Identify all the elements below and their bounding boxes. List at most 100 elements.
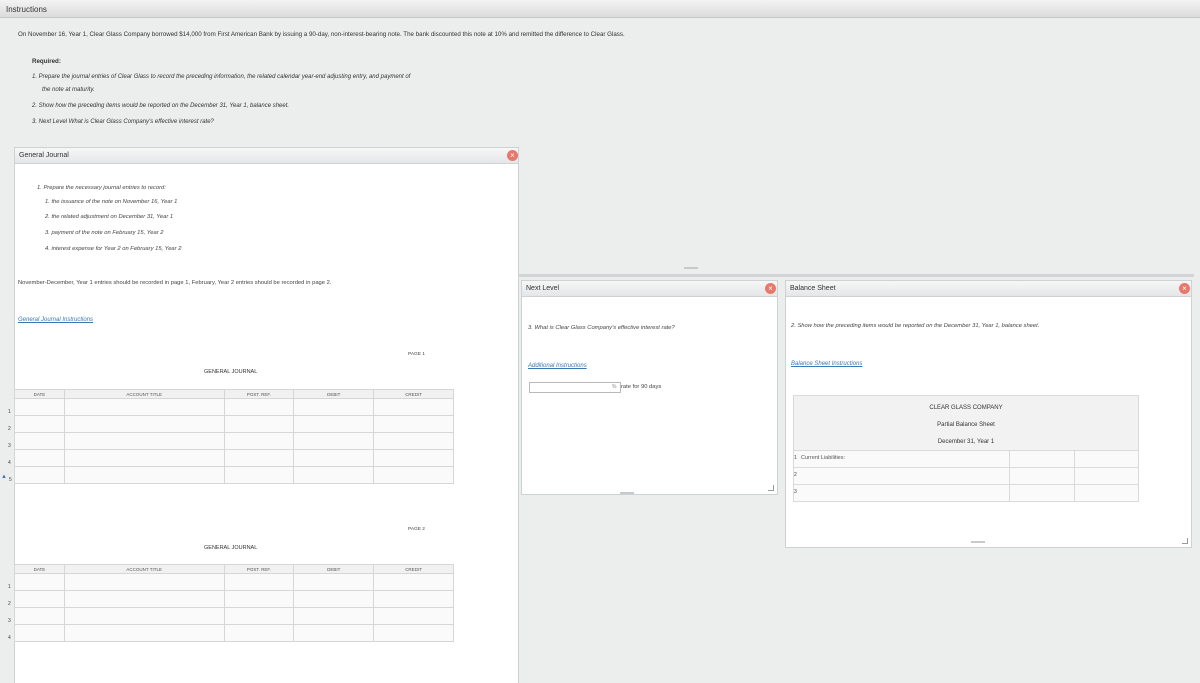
row-number: 1 (8, 409, 11, 415)
col-date: DATE (14, 564, 65, 574)
account-cell[interactable] (63, 432, 225, 450)
credit-cell[interactable] (373, 449, 454, 467)
row-number: 5 (9, 477, 12, 483)
table-row (14, 449, 454, 467)
account-cell[interactable] (63, 607, 225, 625)
debit-cell[interactable] (293, 398, 375, 416)
general-journal-title-1: GENERAL JOURNAL (204, 369, 258, 375)
account-cell[interactable] (63, 415, 225, 433)
debit-cell[interactable] (293, 466, 375, 484)
row-number: 4 (8, 635, 11, 641)
resize-handle-icon[interactable] (1182, 538, 1188, 544)
row-number: 3 (8, 443, 11, 449)
date-cell[interactable] (14, 607, 65, 625)
panel-divider[interactable] (519, 274, 1194, 277)
date-cell[interactable] (14, 573, 65, 591)
required-item-2: 2. Show how the preceding items would be… (32, 103, 290, 109)
post-ref-cell[interactable] (223, 590, 295, 608)
debit-cell[interactable] (293, 590, 375, 608)
post-ref-cell[interactable] (223, 398, 295, 416)
resize-handle-icon[interactable] (768, 485, 774, 491)
date-cell[interactable] (14, 432, 65, 450)
balance-sheet-row[interactable]: 1 Current Liabilities: (793, 451, 1139, 468)
account-cell[interactable] (63, 466, 225, 484)
journal-task-3: 3. payment of the note on February 15, Y… (45, 230, 164, 236)
balance-sheet-heading-block: CLEAR GLASS COMPANY Partial Balance Shee… (793, 395, 1139, 451)
journal-prompt: 1. Prepare the necessary journal entries… (37, 185, 166, 191)
row-number: 1 (8, 584, 11, 590)
debit-cell[interactable] (293, 449, 375, 467)
account-cell[interactable] (63, 590, 225, 608)
next-level-panel: Next Level × 3. What is Clear Glass Comp… (521, 280, 778, 495)
debit-cell[interactable] (293, 607, 375, 625)
general-journal-instructions-link[interactable]: General Journal Instructions (18, 317, 93, 323)
post-ref-cell[interactable] (223, 432, 295, 450)
post-ref-cell[interactable] (223, 466, 295, 484)
date-cell[interactable] (14, 415, 65, 433)
table-row (14, 398, 454, 416)
effective-rate-input[interactable] (529, 382, 621, 393)
col-credit: CREDIT (373, 564, 454, 574)
balance-sheet-row[interactable]: 3 (793, 485, 1139, 502)
balance-sheet-row[interactable]: 2 (793, 468, 1139, 485)
journal-page-note: November-December, Year 1 entries should… (18, 280, 332, 286)
next-level-title: Next Level (526, 285, 560, 292)
journal-table-page-1: DATE ACCOUNT TITLE POST. REF. DEBIT CRED… (14, 389, 454, 484)
col-credit: CREDIT (373, 389, 454, 399)
row-number: 2 (794, 472, 797, 478)
credit-cell[interactable] (373, 573, 454, 591)
additional-instructions-link[interactable]: Additional Instructions (528, 363, 587, 369)
close-icon[interactable]: × (1179, 283, 1190, 294)
table-row (14, 466, 454, 484)
credit-cell[interactable] (373, 432, 454, 450)
post-ref-cell[interactable] (223, 449, 295, 467)
date-cell[interactable] (14, 624, 65, 642)
window-title: Instructions (6, 5, 47, 14)
table-row (14, 415, 454, 433)
post-ref-cell[interactable] (223, 607, 295, 625)
post-ref-cell[interactable] (223, 573, 295, 591)
account-cell[interactable] (63, 449, 225, 467)
rate-suffix: rate for 90 days (621, 384, 662, 390)
date-cell[interactable] (14, 590, 65, 608)
required-item-1: 1. Prepare the journal entries of Clear … (32, 74, 411, 80)
table-row (14, 624, 454, 642)
date-cell[interactable] (14, 449, 65, 467)
required-heading: Required: (32, 58, 61, 65)
general-journal-title: General Journal (19, 152, 69, 159)
debit-cell[interactable] (293, 415, 375, 433)
credit-cell[interactable] (373, 590, 454, 608)
page-1-label: PAGE 1 (408, 352, 425, 357)
date-cell[interactable] (14, 398, 65, 416)
credit-cell[interactable] (373, 607, 454, 625)
credit-cell[interactable] (373, 415, 454, 433)
close-icon[interactable]: × (765, 283, 776, 294)
post-ref-cell[interactable] (223, 624, 295, 642)
close-icon[interactable]: × (507, 150, 518, 161)
date-cell[interactable] (14, 466, 65, 484)
debit-cell[interactable] (293, 432, 375, 450)
row-number: 2 (8, 601, 11, 607)
credit-cell[interactable] (373, 624, 454, 642)
col-account-title: ACCOUNT TITLE (63, 564, 225, 574)
drag-handle-icon[interactable] (971, 541, 985, 543)
account-cell[interactable] (63, 573, 225, 591)
drag-handle-icon[interactable] (684, 267, 698, 269)
post-ref-cell[interactable] (223, 415, 295, 433)
drag-handle-icon[interactable] (620, 492, 634, 494)
account-cell[interactable] (63, 398, 225, 416)
credit-cell[interactable] (373, 398, 454, 416)
journal-task-4: 4. interest expense for Year 2 on Februa… (45, 246, 182, 252)
required-item-1-cont: the note at maturity. (42, 87, 95, 93)
debit-cell[interactable] (293, 624, 375, 642)
row-number: 3 (8, 618, 11, 624)
cursor-arrow-icon: ▲ (1, 474, 7, 480)
balance-sheet-instructions-link[interactable]: Balance Sheet Instructions (791, 361, 862, 367)
credit-cell[interactable] (373, 466, 454, 484)
general-journal-title-2: GENERAL JOURNAL (204, 545, 258, 551)
statement-name: Partial Balance Sheet (937, 422, 995, 428)
account-cell[interactable] (63, 624, 225, 642)
debit-cell[interactable] (293, 573, 375, 591)
next-level-header: Next Level (522, 281, 777, 297)
problem-intro: On November 16, Year 1, Clear Glass Comp… (18, 31, 625, 38)
